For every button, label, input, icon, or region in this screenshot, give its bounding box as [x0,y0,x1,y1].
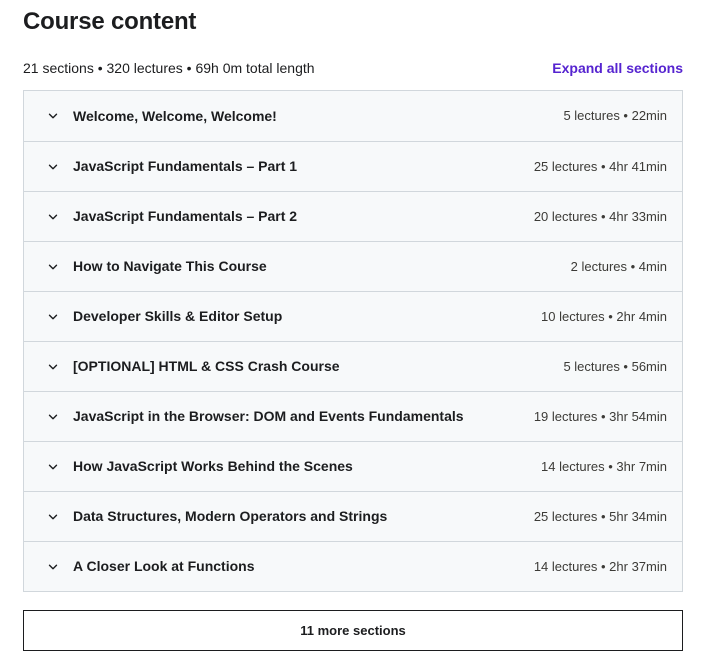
sections-list: Welcome, Welcome, Welcome! 5 lectures • 2… [23,90,683,593]
section-title: Developer Skills & Editor Setup [73,308,283,325]
section-meta: 25 lectures • 5hr 34min [533,508,667,524]
section-meta: 14 lectures • 3hr 7min [541,458,667,474]
section-row[interactable]: JavaScript Fundamentals – Part 1 25 lectu… [24,141,682,192]
chevron-down-icon[interactable] [41,260,65,274]
section-row[interactable]: Welcome, Welcome, Welcome! 5 lectures • 2… [24,91,682,142]
chevron-down-icon[interactable] [41,460,65,474]
section-title: A Closer Look at Functions [73,558,255,575]
section-meta: 20 lectures • 4hr 33min [533,208,667,224]
chevron-down-icon[interactable] [41,310,65,324]
section-row[interactable]: How JavaScript Works Behind the Scenes 14… [24,441,682,492]
chevron-down-icon[interactable] [41,560,65,574]
section-title: Welcome, Welcome, Welcome! [73,107,277,124]
section-row[interactable]: A Closer Look at Functions 14 lectures • … [24,541,682,592]
chevron-down-icon[interactable] [41,160,65,174]
section-title: JavaScript Fundamentals – Part 2 [73,208,298,225]
section-title: JavaScript Fundamentals – Part 1 [73,158,298,175]
course-summary-text: 21 sections • 320 lectures • 69h 0m tota… [23,59,315,76]
section-row[interactable]: JavaScript Fundamentals – Part 2 20 lectu… [24,191,682,242]
chevron-down-icon[interactable] [41,360,65,374]
section-row[interactable]: How to Navigate This Course 2 lectures • … [24,241,682,292]
chevron-down-icon[interactable] [41,410,65,424]
section-meta: 5 lectures • 22min [563,108,667,124]
chevron-down-icon[interactable] [41,510,65,524]
chevron-down-icon[interactable] [41,109,65,123]
section-title: Data Structures, Modern Operators and St… [73,508,388,525]
section-row[interactable]: Data Structures, Modern Operators and St… [24,491,682,542]
expand-all-sections-button[interactable]: Expand all sections [552,59,683,79]
section-row[interactable]: [OPTIONAL] HTML & CSS Crash Course 5 lect… [24,341,682,392]
section-row[interactable]: Developer Skills & Editor Setup 10 lectur… [24,291,682,342]
section-meta: 14 lectures • 2hr 37min [533,558,667,574]
course-content-page: Course content 21 sections • 320 lecture… [0,0,706,654]
page-title: Course content [23,8,197,35]
section-meta: 2 lectures • 4min [570,258,667,274]
section-title: JavaScript in the Browser: DOM and Event… [73,408,464,425]
section-meta: 19 lectures • 3hr 54min [533,408,667,424]
chevron-down-icon[interactable] [41,210,65,224]
more-sections-button[interactable]: 11 more sections [23,610,683,652]
section-meta: 5 lectures • 56min [563,358,667,374]
section-meta: 10 lectures • 2hr 4min [541,308,667,324]
section-row[interactable]: JavaScript in the Browser: DOM and Event… [24,391,682,442]
course-summary-row: 21 sections • 320 lectures • 69h 0m tota… [23,59,683,79]
section-title: How JavaScript Works Behind the Scenes [73,458,353,475]
section-meta: 25 lectures • 4hr 41min [533,158,667,174]
section-title: [OPTIONAL] HTML & CSS Crash Course [73,358,340,375]
section-title: How to Navigate This Course [73,258,267,275]
